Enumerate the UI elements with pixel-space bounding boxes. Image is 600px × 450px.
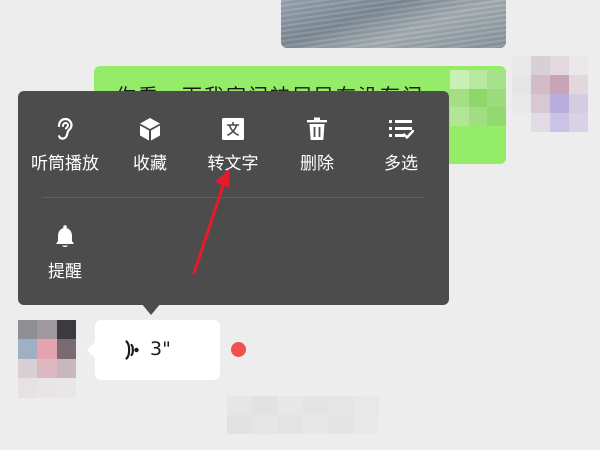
- menu-item-label: 删除: [300, 154, 334, 174]
- cube-icon: [136, 115, 164, 143]
- menu-pointer: [141, 303, 161, 315]
- image-message[interactable]: [281, 0, 506, 48]
- trash-icon: [303, 115, 331, 143]
- text-convert-icon: [219, 115, 247, 143]
- menu-item-label: 提醒: [48, 262, 82, 282]
- menu-divider: [42, 197, 425, 198]
- menu-item-remind[interactable]: 提醒: [23, 223, 107, 282]
- sender-avatar-self[interactable]: [512, 56, 588, 132]
- multi-select-icon: [387, 115, 415, 143]
- menu-item-label: 多选: [384, 154, 418, 174]
- ear-icon: [51, 115, 79, 143]
- unread-indicator: [231, 342, 246, 357]
- pixelated-region: [227, 396, 379, 434]
- bell-icon: [51, 223, 79, 251]
- menu-item-label: 听筒播放: [31, 154, 99, 174]
- menu-item-convert-to-text[interactable]: 转文字: [191, 115, 275, 174]
- voice-wave-icon: [119, 338, 141, 362]
- menu-item-multi-select[interactable]: 多选: [359, 115, 443, 174]
- voice-message-bubble[interactable]: 3": [87, 320, 220, 380]
- pixelated-region: [450, 70, 506, 126]
- message-context-menu: 听筒播放 收藏 转文字 删除 多选 提醒: [18, 91, 449, 305]
- menu-item-delete[interactable]: 删除: [275, 115, 359, 174]
- voice-duration: 3": [150, 338, 171, 360]
- menu-item-label: 收藏: [133, 154, 167, 174]
- sender-avatar-contact[interactable]: [18, 320, 76, 378]
- menu-item-label: 转文字: [207, 154, 259, 174]
- menu-item-earpiece-play[interactable]: 听筒播放: [23, 115, 107, 174]
- menu-item-favorite[interactable]: 收藏: [108, 115, 192, 174]
- pixelated-region: [18, 378, 76, 398]
